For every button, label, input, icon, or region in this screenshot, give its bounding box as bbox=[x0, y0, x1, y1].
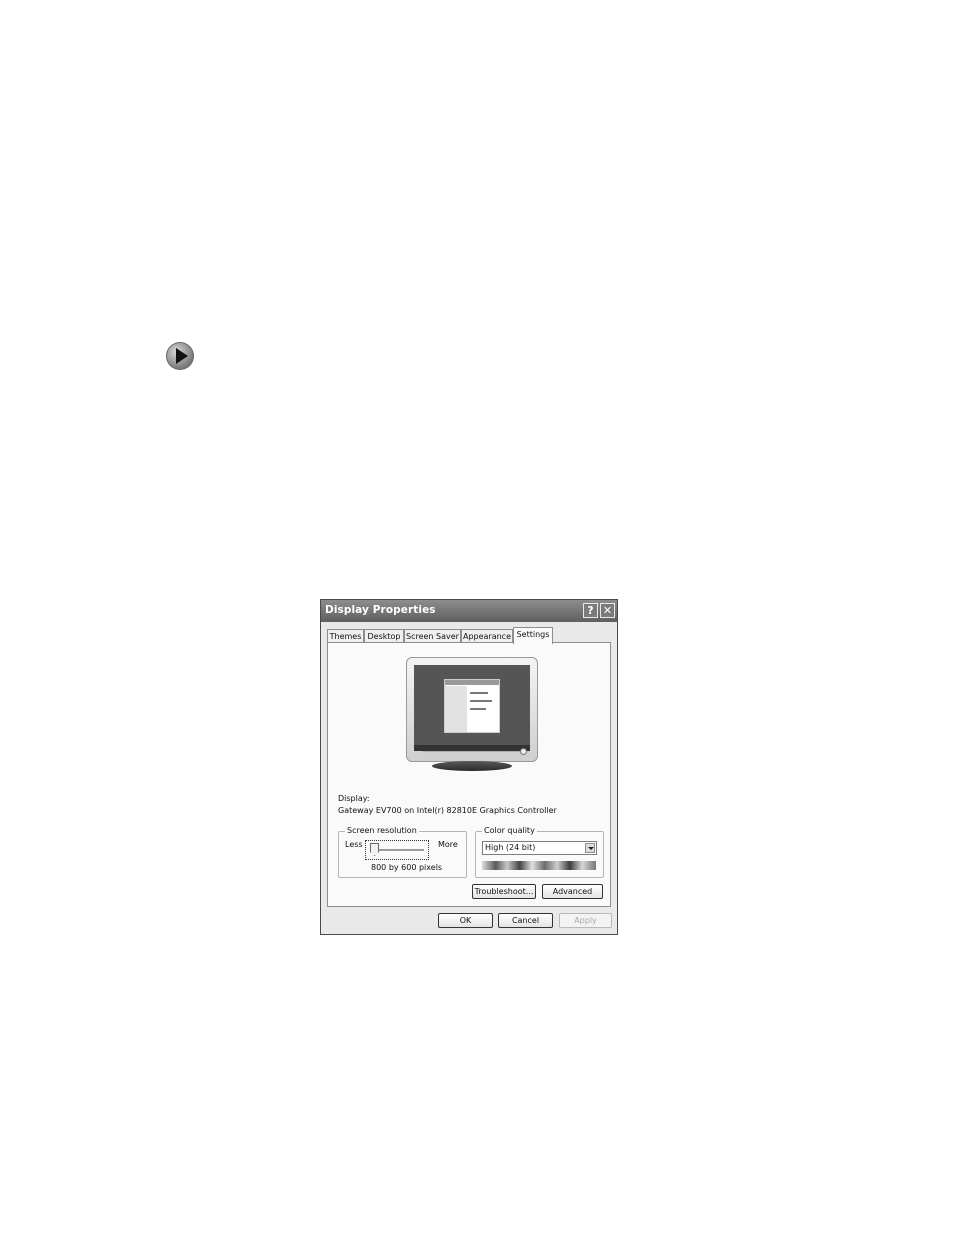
resolution-slider[interactable] bbox=[365, 840, 429, 860]
tab-screen-saver[interactable]: Screen Saver bbox=[404, 629, 461, 643]
chevron-down-icon[interactable] bbox=[585, 843, 595, 853]
ok-button[interactable]: OK bbox=[438, 913, 493, 928]
display-value: Gateway EV700 on Intel(r) 82810E Graphic… bbox=[338, 806, 557, 815]
help-button[interactable]: ? bbox=[583, 603, 598, 618]
color-quality-legend: Color quality bbox=[482, 826, 537, 835]
play-arrow-icon bbox=[166, 342, 194, 370]
color-quality-group: Color quality High (24 bit) bbox=[475, 826, 604, 878]
color-quality-select[interactable]: High (24 bit) bbox=[482, 841, 597, 855]
color-gradient-bar bbox=[482, 861, 596, 870]
more-label: More bbox=[438, 840, 458, 849]
display-label: Display: bbox=[338, 794, 370, 803]
tab-settings[interactable]: Settings bbox=[513, 627, 553, 644]
monitor-preview bbox=[406, 657, 538, 762]
monitor-stand bbox=[432, 761, 512, 771]
color-quality-value: High (24 bit) bbox=[485, 843, 536, 852]
tab-desktop[interactable]: Desktop bbox=[364, 629, 404, 643]
tab-themes[interactable]: Themes bbox=[327, 629, 364, 643]
apply-button[interactable]: Apply bbox=[559, 913, 612, 928]
monitor-screen bbox=[414, 665, 530, 751]
power-led-icon bbox=[520, 748, 527, 755]
screen-resolution-group: Screen resolution Less More 800 by 600 p… bbox=[338, 826, 467, 878]
troubleshoot-button[interactable]: Troubleshoot... bbox=[472, 884, 536, 899]
resolution-value: 800 by 600 pixels bbox=[371, 863, 443, 872]
advanced-button[interactable]: Advanced bbox=[542, 884, 603, 899]
preview-window bbox=[444, 679, 500, 733]
settings-panel: Display: Gateway EV700 on Intel(r) 82810… bbox=[327, 642, 611, 907]
cancel-button[interactable]: Cancel bbox=[498, 913, 553, 928]
dialog-title: Display Properties bbox=[325, 604, 436, 616]
display-properties-dialog: Display Properties ? ✕ Themes Desktop Sc… bbox=[320, 599, 618, 935]
tab-appearance[interactable]: Appearance bbox=[461, 629, 513, 643]
title-bar: Display Properties ? ✕ bbox=[321, 600, 617, 622]
less-label: Less bbox=[345, 840, 363, 849]
slider-thumb[interactable] bbox=[370, 843, 379, 856]
close-button[interactable]: ✕ bbox=[600, 603, 615, 618]
screen-resolution-legend: Screen resolution bbox=[345, 826, 419, 835]
